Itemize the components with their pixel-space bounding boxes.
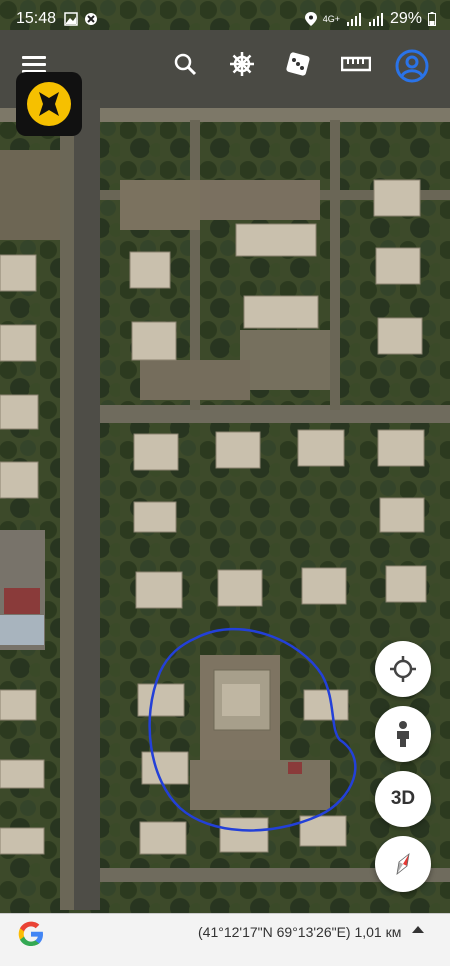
ruler-icon <box>341 56 371 72</box>
my-location-button[interactable] <box>375 641 431 697</box>
voyager-button[interactable] <box>226 48 258 80</box>
notification-icons <box>64 12 98 26</box>
status-time: 15:48 <box>16 10 57 27</box>
network-type: 4G+ <box>322 14 340 24</box>
app-logo[interactable] <box>16 72 82 136</box>
expand-caret-icon[interactable] <box>412 926 424 933</box>
crosshair-icon <box>390 656 416 682</box>
measure-button[interactable] <box>338 48 374 80</box>
3d-toggle-button[interactable]: 3D <box>375 771 431 827</box>
signal-icon <box>346 13 361 26</box>
account-icon <box>395 49 429 83</box>
satellite-map[interactable] <box>0 0 450 965</box>
person-icon <box>397 721 409 747</box>
location-icon <box>304 12 317 26</box>
bottom-info-bar: (41°12'17"N 69°13'26"E) 1,01 км <box>0 913 450 966</box>
compass-button[interactable] <box>375 836 431 892</box>
search-icon <box>174 53 197 76</box>
ship-wheel-icon <box>230 52 254 76</box>
dice-icon <box>286 52 310 76</box>
image-icon <box>64 12 78 26</box>
app-logo-icon <box>27 82 71 126</box>
status-bar: 15:48 4G+ 29% <box>0 0 450 40</box>
signal-icon-2 <box>368 13 383 26</box>
app-notification-icon <box>85 13 97 25</box>
system-icons: 4G+ 29% <box>304 10 436 28</box>
battery-percent: 29% <box>389 10 422 27</box>
google-logo-icon <box>18 921 43 946</box>
street-view-button[interactable] <box>375 706 431 762</box>
search-button[interactable] <box>169 48 201 80</box>
compass-icon <box>396 853 410 875</box>
random-button[interactable] <box>282 48 314 80</box>
coordinates-readout: (41°12'17"N 69°13'26"E) 1,01 км <box>198 924 402 940</box>
battery-icon <box>428 12 436 26</box>
hamburger-menu-icon <box>22 56 46 73</box>
account-button[interactable] <box>394 48 430 84</box>
